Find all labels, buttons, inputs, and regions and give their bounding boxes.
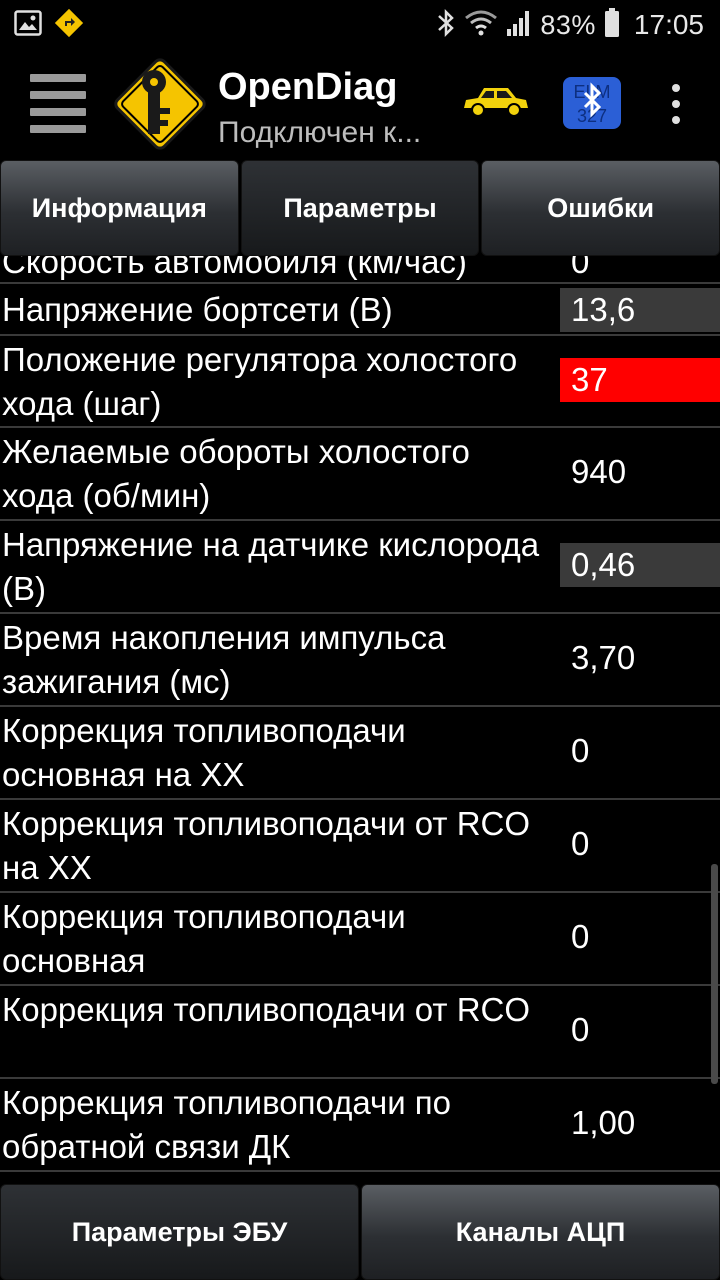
connection-status: Подключен к... bbox=[218, 116, 422, 149]
parameter-value: 37 bbox=[560, 358, 720, 402]
tab-errors[interactable]: Ошибки bbox=[481, 160, 720, 256]
parameter-value: 0 bbox=[571, 732, 590, 769]
parameter-row: Коррекция топливоподачи основная 0 bbox=[0, 893, 720, 986]
list-scrollbar[interactable] bbox=[711, 864, 718, 1084]
parameter-row: Напряжение на датчике кислорода (В) 0,46 bbox=[0, 521, 720, 614]
parameter-row: Коррекция топливоподачи основная на ХХ 0 bbox=[0, 707, 720, 800]
key-logo-icon bbox=[108, 52, 212, 156]
parameter-label: Время накопления импульса зажигания (мс) bbox=[2, 619, 446, 700]
parameter-label: Коррекция топливоподачи основная на ХХ bbox=[2, 712, 406, 793]
car-icon[interactable] bbox=[460, 82, 532, 122]
parameter-label: Желаемые обороты холостого хода (об/мин) bbox=[2, 433, 470, 514]
parameter-row: Напряжение бортсети (В) 13,6 bbox=[0, 284, 720, 336]
clock: 17:05 bbox=[633, 9, 704, 40]
menu-icon[interactable] bbox=[30, 74, 86, 133]
parameter-label: Напряжение на датчике кислорода (В) bbox=[2, 526, 540, 607]
overflow-menu-icon[interactable] bbox=[660, 84, 692, 124]
parameter-value: 0 bbox=[571, 825, 590, 862]
app-title: OpenDiag bbox=[218, 66, 398, 108]
tab-information[interactable]: Информация bbox=[0, 160, 239, 256]
bluetooth-elm327-icon[interactable]: ELM 327 bbox=[562, 76, 622, 130]
bluetooth-icon bbox=[436, 8, 456, 43]
parameter-label: Коррекция топливоподачи по обратной связ… bbox=[2, 1084, 452, 1165]
app-bar: OpenDiag Подключен к... ELM 327 bbox=[0, 50, 720, 160]
parameter-label: Напряжение бортсети (В) bbox=[2, 291, 393, 328]
tab-parameters[interactable]: Параметры bbox=[240, 160, 480, 256]
tab-bar: Информация Параметры Ошибки bbox=[0, 160, 720, 256]
ecu-parameters-button[interactable]: Параметры ЭБУ bbox=[0, 1184, 359, 1280]
battery-percent: 83% bbox=[540, 9, 596, 40]
status-bar: 83% 17:05 bbox=[0, 0, 720, 50]
parameter-label: Коррекция топливоподачи от RCO bbox=[2, 991, 531, 1028]
parameter-value: 13,6 bbox=[560, 288, 720, 332]
parameter-row: Коррекция топливоподачи от RCO на ХХ 0 bbox=[0, 800, 720, 893]
parameter-row: Коррекция топливоподачи от RCO 0 bbox=[0, 986, 720, 1079]
parameter-row: Желаемые обороты холостого хода (об/мин)… bbox=[0, 428, 720, 521]
app-screen: 83% 17:05 OpenDiag Подключен к... ELM 32… bbox=[0, 0, 720, 1280]
wifi-icon bbox=[464, 9, 498, 42]
parameter-label: Положение регулятора холостого хода (шаг… bbox=[2, 341, 518, 422]
parameter-list[interactable]: Скорость автомобиля (км/час) 0 Напряжени… bbox=[0, 256, 720, 1174]
parameter-row: Коррекция топливоподачи по обратной связ… bbox=[0, 1079, 720, 1172]
parameter-value: 0,46 bbox=[560, 543, 720, 587]
parameter-label: Коррекция топливоподачи основная bbox=[2, 898, 406, 979]
status-bar-left bbox=[14, 8, 84, 43]
parameter-label: Скорость автомобиля (км/час) bbox=[2, 256, 467, 280]
parameter-value: 0 bbox=[571, 918, 590, 955]
parameter-value: 940 bbox=[571, 453, 627, 490]
signal-icon bbox=[506, 9, 532, 42]
status-bar-right: 83% 17:05 bbox=[436, 7, 704, 43]
parameter-value: 1,00 bbox=[571, 1104, 636, 1141]
bottom-bar: Параметры ЭБУ Каналы АЦП bbox=[0, 1184, 720, 1280]
parameter-value: 0 bbox=[571, 256, 590, 280]
parameter-label: Коррекция топливоподачи от RCO на ХХ bbox=[2, 805, 531, 886]
parameter-value: 0 bbox=[571, 1011, 590, 1048]
parameter-row: Время накопления импульса зажигания (мс)… bbox=[0, 614, 720, 707]
parameter-value: 3,70 bbox=[571, 639, 636, 676]
navigation-icon bbox=[54, 8, 84, 43]
parameter-row: Скорость автомобиля (км/час) 0 bbox=[0, 256, 720, 284]
parameter-row: Положение регулятора холостого хода (шаг… bbox=[0, 336, 720, 428]
image-icon bbox=[14, 9, 42, 41]
battery-icon bbox=[604, 7, 620, 43]
adc-channels-button[interactable]: Каналы АЦП bbox=[361, 1184, 720, 1280]
